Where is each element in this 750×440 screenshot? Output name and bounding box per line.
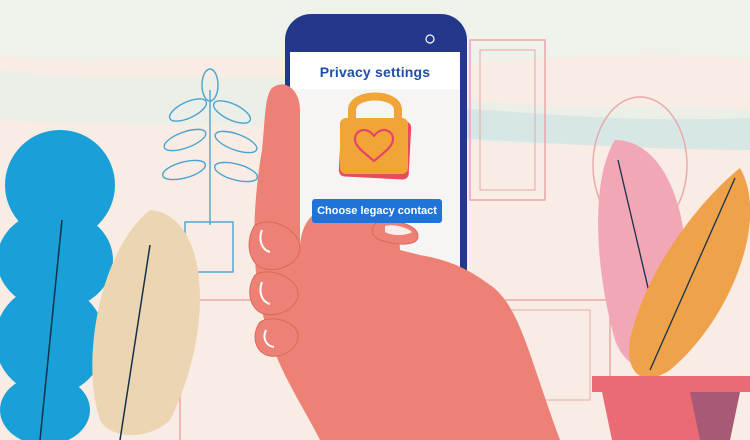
choose-legacy-contact-button[interactable]: Choose legacy contact	[312, 199, 442, 223]
illustration-scene: Privacy settings Choose legacy contact	[0, 0, 750, 440]
screen-title: Privacy settings	[319, 64, 431, 80]
